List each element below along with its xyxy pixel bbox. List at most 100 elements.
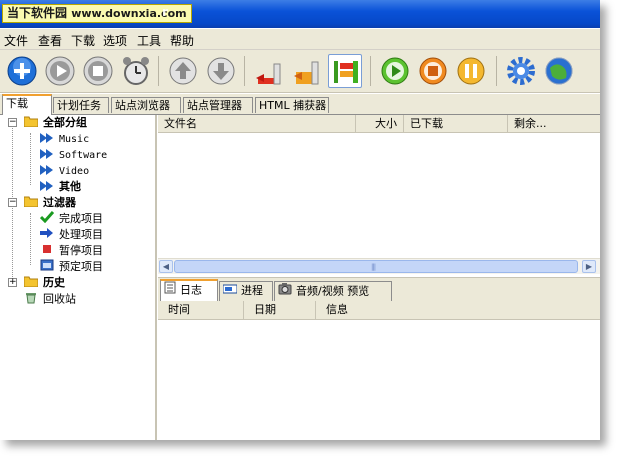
menu-tools[interactable]: 工具 bbox=[137, 32, 161, 49]
title-bar[interactable]: 当下软件园 www.downxia.com r bbox=[0, 0, 600, 28]
tree-node-processing[interactable]: 处理项目 bbox=[40, 227, 103, 242]
tab-log[interactable]: 日志 bbox=[160, 279, 218, 301]
alarm-clock-icon[interactable] bbox=[119, 54, 153, 88]
folder-icon bbox=[23, 275, 39, 291]
folder-icon bbox=[23, 115, 39, 131]
toolbar-separator bbox=[158, 56, 159, 86]
progress-icon bbox=[222, 282, 238, 300]
menu-bar: 文件 查看 下载 选项 工具 帮助 bbox=[0, 29, 600, 50]
stop-square-icon bbox=[40, 243, 54, 259]
tree-line bbox=[30, 213, 31, 265]
tree-label: 暂停项目 bbox=[59, 244, 103, 257]
tree-node-all-groups[interactable]: 全部分组 bbox=[23, 115, 87, 131]
tree-node-other[interactable]: 其他 bbox=[40, 179, 81, 194]
download-arrow-icon bbox=[40, 164, 54, 179]
tree-node-music[interactable]: Music bbox=[40, 131, 89, 146]
main-window: 当下软件园 www.downxia.com r 文件 查看 下载 选项 工具 帮… bbox=[0, 0, 600, 440]
checkmark-icon bbox=[39, 211, 55, 227]
move-down-icon[interactable] bbox=[204, 54, 238, 88]
add-icon[interactable] bbox=[5, 54, 39, 88]
tree-collapse-toggle[interactable]: − bbox=[8, 118, 17, 127]
speed-high-icon[interactable] bbox=[328, 54, 362, 88]
tree-node-video[interactable]: Video bbox=[40, 163, 89, 178]
tab-progress-label: 进程 bbox=[241, 284, 263, 297]
pause-all-icon[interactable] bbox=[454, 54, 488, 88]
tab-site-browser[interactable]: 站点浏览器 bbox=[111, 97, 181, 113]
tree-label: 其他 bbox=[59, 180, 81, 193]
main-tabs: 下载 计划任务 站点浏览器 站点管理器 HTML 捕获器 bbox=[0, 94, 600, 115]
tab-site-manager[interactable]: 站点管理器 bbox=[183, 97, 253, 113]
scrollbar-thumb[interactable]: ||| bbox=[174, 260, 578, 273]
scroll-right-icon[interactable]: ▶ bbox=[582, 260, 596, 273]
category-tree: − 全部分组 Music Software Video 其他 − 过滤器 完成项… bbox=[0, 115, 157, 440]
tree-label: Software bbox=[59, 150, 108, 161]
tab-av-preview[interactable]: 音频/视频 预览 bbox=[274, 281, 392, 301]
log-icon bbox=[164, 281, 176, 300]
tab-html-capture[interactable]: HTML 捕获器 bbox=[255, 97, 329, 113]
stop-icon[interactable] bbox=[81, 54, 115, 88]
download-arrow-icon bbox=[40, 132, 54, 147]
camera-icon bbox=[278, 282, 292, 301]
log-list-header: 时间 日期 信息 bbox=[158, 301, 600, 320]
arrow-right-icon bbox=[40, 227, 54, 243]
globe-icon[interactable] bbox=[542, 54, 576, 88]
folder-icon bbox=[23, 195, 39, 211]
tab-schedule[interactable]: 计划任务 bbox=[53, 97, 109, 113]
tree-label: Video bbox=[59, 166, 90, 177]
tree-label: 预定项目 bbox=[59, 260, 103, 273]
settings-gear-icon[interactable] bbox=[504, 54, 538, 88]
tab-progress[interactable]: 进程 bbox=[219, 281, 273, 301]
recycle-bin-icon bbox=[24, 291, 38, 308]
watermark-brand: 当下软件园 bbox=[7, 6, 68, 20]
tree-node-completed[interactable]: 完成项目 bbox=[39, 211, 103, 227]
play-icon[interactable] bbox=[43, 54, 77, 88]
menu-help[interactable]: 帮助 bbox=[170, 32, 194, 49]
column-header-downloaded[interactable]: 已下载 bbox=[404, 115, 508, 132]
tree-expand-toggle[interactable]: + bbox=[8, 278, 17, 287]
tree-label: 回收站 bbox=[43, 292, 76, 306]
bottom-tabs: 日志 进程 音频/视频 预览 bbox=[158, 277, 600, 301]
tree-node-filters[interactable]: 过滤器 bbox=[23, 195, 76, 211]
stop-all-icon[interactable] bbox=[416, 54, 450, 88]
menu-view[interactable]: 查看 bbox=[38, 32, 62, 49]
tab-log-label: 日志 bbox=[180, 283, 202, 297]
column-header-time[interactable]: 时间 bbox=[158, 301, 244, 319]
tree-node-scheduled[interactable]: 预定项目 bbox=[40, 259, 103, 274]
download-list-header: 文件名 大小 已下载 剩余... bbox=[158, 115, 600, 133]
tree-label: 全部分组 bbox=[43, 116, 87, 129]
tree-collapse-toggle[interactable]: − bbox=[8, 198, 17, 207]
tree-label: 历史 bbox=[43, 276, 65, 289]
menu-file[interactable]: 文件 bbox=[4, 32, 28, 49]
column-header-size[interactable]: 大小 bbox=[356, 115, 404, 132]
tree-label: 完成项目 bbox=[59, 212, 103, 225]
horizontal-scrollbar[interactable]: ◀ ||| ▶ bbox=[158, 258, 600, 274]
tree-node-paused[interactable]: 暂停项目 bbox=[40, 243, 103, 258]
toolbar-separator bbox=[370, 56, 371, 86]
window-title: r bbox=[162, 5, 168, 19]
log-list[interactable] bbox=[158, 320, 600, 440]
move-up-icon[interactable] bbox=[166, 54, 200, 88]
download-list[interactable]: 文件名 大小 已下载 剩余... ◀ ||| ▶ bbox=[158, 115, 600, 275]
scroll-left-icon[interactable]: ◀ bbox=[159, 260, 173, 273]
speed-low-icon[interactable] bbox=[252, 54, 286, 88]
tree-label: Music bbox=[59, 134, 90, 145]
speed-medium-icon[interactable] bbox=[290, 54, 324, 88]
watermark-url: www.downxia.com bbox=[71, 7, 187, 20]
tree-node-recycle-bin[interactable]: 回收站 bbox=[24, 291, 76, 306]
tree-label: 处理项目 bbox=[59, 228, 103, 241]
tree-line bbox=[30, 133, 31, 185]
download-arrow-icon bbox=[40, 148, 54, 163]
toolbar-separator bbox=[496, 56, 497, 86]
tab-download[interactable]: 下载 bbox=[2, 94, 52, 115]
start-all-icon[interactable] bbox=[378, 54, 412, 88]
column-header-remaining[interactable]: 剩余... bbox=[508, 115, 568, 132]
grip-icon: ||| bbox=[371, 263, 376, 271]
tree-node-history[interactable]: 历史 bbox=[23, 275, 65, 291]
menu-options[interactable]: 选项 bbox=[103, 32, 127, 49]
toolbar-separator bbox=[244, 56, 245, 86]
column-header-date[interactable]: 日期 bbox=[244, 301, 316, 319]
column-header-filename[interactable]: 文件名 bbox=[158, 115, 356, 132]
column-header-info[interactable]: 信息 bbox=[316, 301, 436, 319]
menu-download[interactable]: 下载 bbox=[71, 32, 95, 49]
tree-node-software[interactable]: Software bbox=[40, 147, 107, 162]
